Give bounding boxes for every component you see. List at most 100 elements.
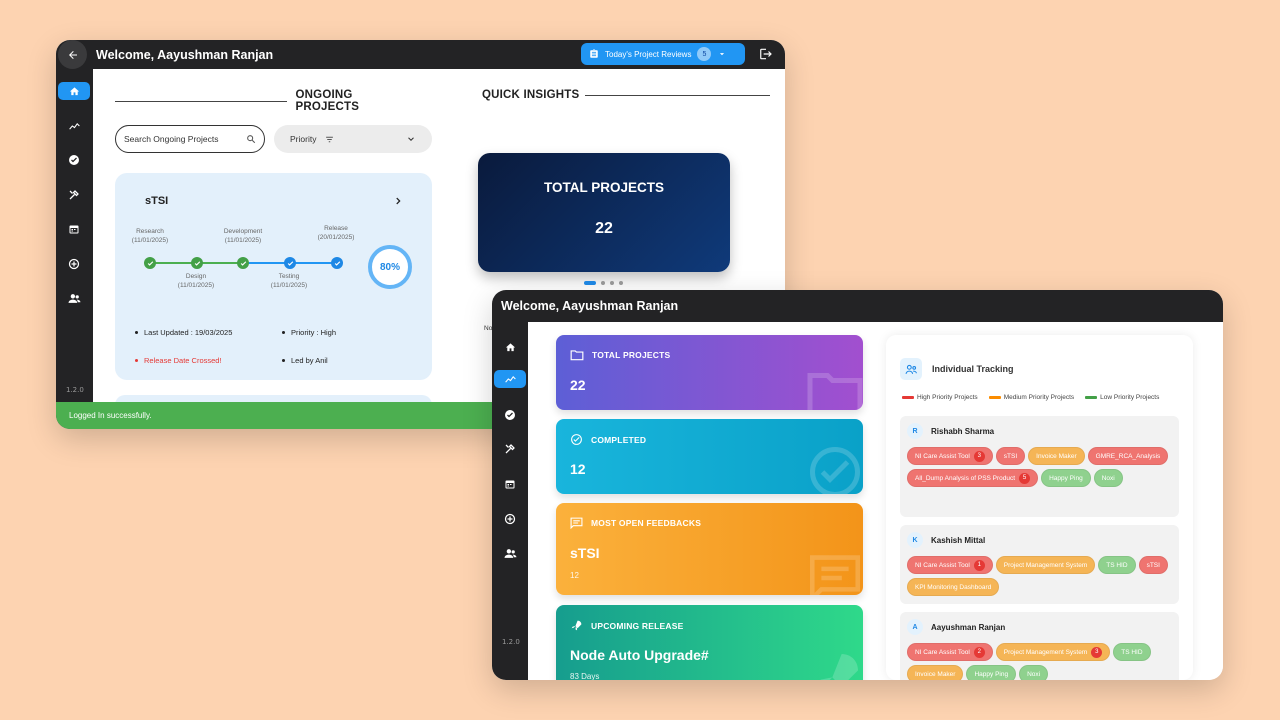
project-chip[interactable]: Happy Ping (1041, 469, 1091, 487)
project-name: sTSI (145, 195, 169, 207)
card-value: 22 (570, 377, 586, 393)
upcoming-release-card[interactable]: UPCOMING RELEASE Node Auto Upgrade# 83 D… (556, 605, 863, 680)
card-title: COMPLETED (591, 434, 647, 445)
project-chip[interactable]: Noxi (1019, 665, 1049, 680)
logout-icon[interactable] (759, 47, 773, 61)
most-open-feedbacks-card[interactable]: MOST OPEN FEEDBACKS sTSI 12 (556, 503, 863, 595)
project-chip[interactable]: Project Management System 3 (995, 643, 1111, 661)
project-chip[interactable]: NI Care Assist Tool 1 (907, 556, 993, 574)
carousel-dot[interactable] (610, 281, 614, 285)
search-input[interactable]: Search Ongoing Projects (115, 125, 265, 153)
chevron-down-icon (720, 53, 725, 56)
chevron-right-icon[interactable] (393, 196, 403, 206)
card-subvalue: 12 (570, 571, 579, 580)
project-chip[interactable]: GMRE_RCA_Analysis (1087, 447, 1169, 465)
chip-label: NI Care Assist Tool (915, 561, 970, 569)
back-button[interactable] (58, 40, 87, 69)
project-chip[interactable]: Happy Ping (966, 665, 1017, 680)
chip-label: NI Care Assist Tool (915, 648, 970, 656)
nav-analytics[interactable] (58, 117, 90, 135)
project-chip[interactable]: sTSI (1138, 556, 1168, 574)
feedback-icon (810, 555, 860, 595)
nav-home[interactable] (494, 338, 526, 356)
nav-team[interactable] (58, 289, 90, 307)
nav-completed[interactable] (494, 406, 526, 424)
check-circle-icon (810, 447, 860, 494)
chip-count: 3 (973, 450, 985, 462)
card-value: 12 (570, 461, 586, 477)
tools-icon (69, 190, 79, 200)
chip-label: Happy Ping (974, 670, 1009, 678)
nav-completed[interactable] (58, 151, 90, 169)
project-chip[interactable]: Project Management System (995, 556, 1096, 574)
completed-card[interactable]: COMPLETED 12 (556, 419, 863, 494)
total-projects-card[interactable]: TOTAL PROJECTS 22 (556, 335, 863, 410)
total-projects-card[interactable]: TOTAL PROJECTS 22 (478, 153, 730, 272)
project-chip[interactable]: Invoice Maker (1028, 447, 1085, 465)
project-chip[interactable]: All_Dump Analysis of PSS Product 5 (907, 469, 1039, 487)
project-chip[interactable]: TS HID (1098, 556, 1136, 574)
nav-team[interactable] (494, 544, 526, 562)
clipboard-icon (590, 49, 598, 58)
insights-header: QUICK INSIGHTS (482, 89, 772, 101)
last-updated: Last Updated : 19/03/2025 (135, 328, 232, 337)
folder-icon (807, 373, 863, 410)
carousel-dot-active[interactable] (584, 281, 596, 285)
stage-research: Research (11/01/2025) (120, 227, 180, 245)
stage-date: (20/01/2025) (317, 234, 355, 241)
side-nav: 1.2.0 (56, 69, 93, 429)
project-chip[interactable]: TS HID (1113, 643, 1151, 661)
priority-filter[interactable]: Priority (274, 125, 432, 153)
chip-label: TS HID (1121, 648, 1143, 656)
check-circle-icon (69, 155, 79, 165)
nav-home[interactable] (58, 82, 90, 100)
legend-medium-label: Medium Priority Projects (1003, 394, 1075, 401)
nav-calendar[interactable] (58, 220, 90, 238)
nav-calendar[interactable] (494, 475, 526, 493)
stage-date: (11/01/2025) (224, 237, 262, 244)
todays-reviews-button[interactable]: Today's Project Reviews 5 (581, 43, 745, 65)
nav-tools[interactable] (58, 186, 90, 204)
person-card[interactable]: K Kashish Mittal NI Care Assist Tool 1 Pro… (900, 525, 1179, 604)
person-header: R Rishabh Sharma (907, 423, 994, 439)
add-circle-icon (504, 513, 516, 525)
rocket-icon (820, 654, 858, 680)
project-chip[interactable]: Noxi (1093, 469, 1123, 487)
carousel-dot[interactable] (619, 281, 623, 285)
project-chip[interactable]: sTSI (995, 447, 1026, 465)
chip-label: Project Management System (1003, 648, 1088, 656)
insights-title: QUICK INSIGHTS (482, 89, 580, 101)
project-chip[interactable]: Invoice Maker (907, 665, 964, 680)
stage-dot-current (331, 257, 343, 269)
stage-testing: Testing (11/01/2025) (259, 272, 319, 290)
tracking-header: Individual Tracking (900, 358, 1014, 380)
chip-label: NI Care Assist Tool (915, 452, 970, 460)
card-header: TOTAL PROJECTS (570, 349, 670, 361)
nav-add[interactable] (494, 510, 526, 528)
nav-analytics[interactable] (494, 370, 526, 388)
project-chip[interactable]: NI Care Assist Tool 2 (907, 643, 993, 661)
project-card[interactable]: sTSI Research (11/01/2025) Design (11/01/2… (115, 173, 432, 380)
person-card[interactable]: A Aayushman Ranjan NI Care Assist Tool 2 P… (900, 612, 1179, 680)
nav-tools[interactable] (494, 440, 526, 458)
carousel-indicator[interactable] (584, 281, 623, 285)
chip-count: 2 (973, 646, 985, 658)
card-header: MOST OPEN FEEDBACKS (570, 517, 701, 529)
chip-count: 5 (1019, 472, 1031, 484)
folder-icon (570, 350, 584, 361)
check-circle-icon (571, 434, 582, 445)
carousel-dot[interactable] (601, 281, 605, 285)
reviews-label: Today's Project Reviews (605, 49, 692, 59)
stage-dot-current (284, 257, 296, 269)
stage-release: Release (20/01/2025) (306, 224, 366, 242)
legend-low-label: Low Priority Projects (1100, 394, 1160, 401)
project-chip[interactable]: NI Care Assist Tool 3 (907, 447, 993, 465)
arrow-left-icon (68, 50, 77, 59)
person-card[interactable]: R Rishabh Sharma NI Care Assist Tool 3 sTS… (900, 416, 1179, 517)
avatar: A (907, 619, 923, 635)
stage-name: Release (324, 225, 348, 232)
priority-text: Priority : High (291, 328, 337, 337)
nav-add[interactable] (58, 255, 90, 273)
divider (115, 100, 287, 102)
project-chip[interactable]: KPI Monitoring Dashboard (907, 578, 1000, 596)
